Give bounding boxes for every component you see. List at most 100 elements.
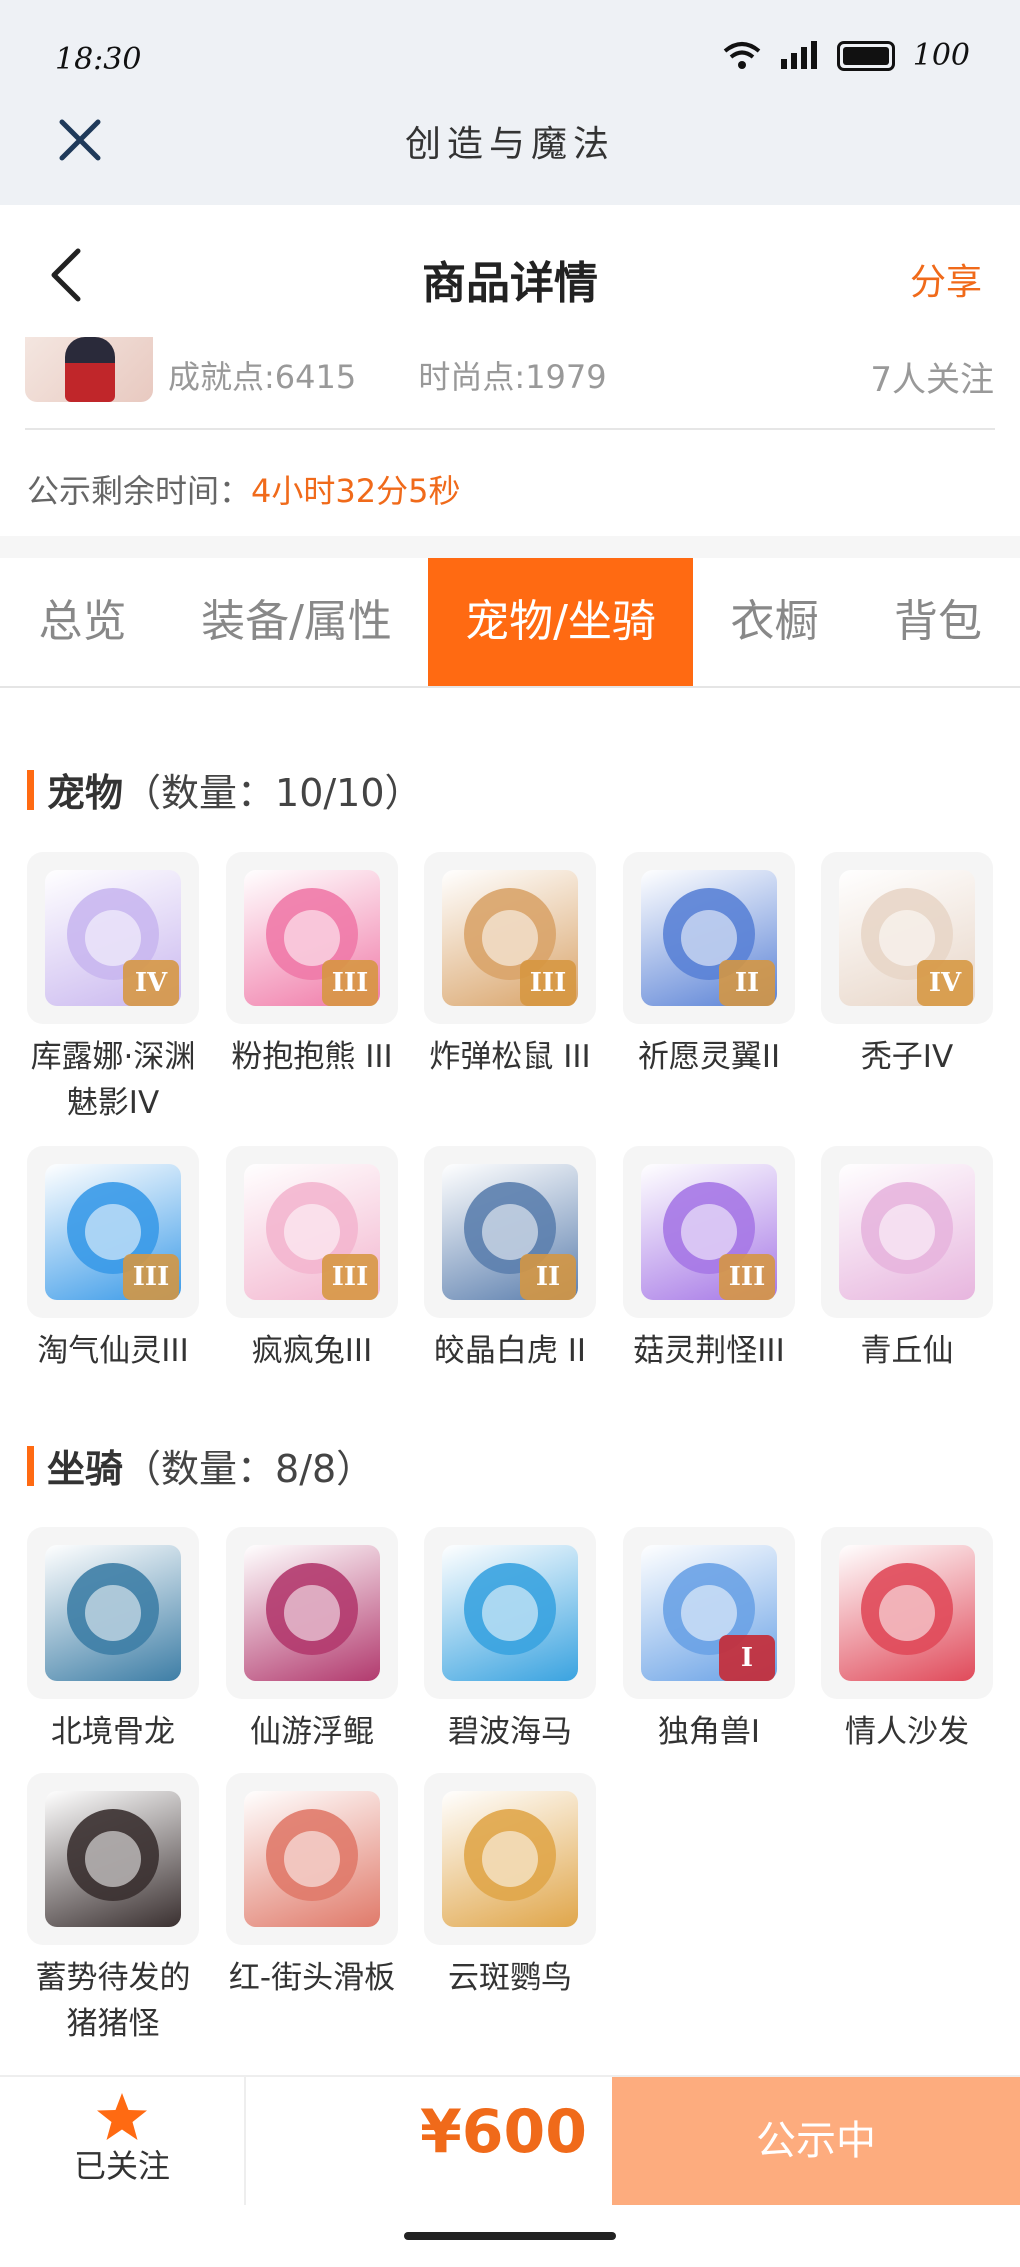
pet-name: 秃子IV	[860, 1039, 954, 1075]
tier-badge: III	[719, 1254, 775, 1300]
mount-image[interactable]	[226, 1773, 398, 1945]
achievement-points: 成就点:6415	[168, 358, 357, 396]
pet-image[interactable]: III	[226, 1146, 398, 1318]
webview-title: 创造与魔法	[404, 124, 615, 165]
tab-pets-mounts[interactable]: 宠物/坐骑	[428, 558, 693, 686]
clock: 18:30	[55, 42, 142, 77]
home-indicator[interactable]	[404, 2232, 616, 2240]
tab-equipment[interactable]: 装备/属性	[165, 558, 428, 686]
pet-name: 炸弹松鼠 III	[429, 1039, 591, 1075]
mount-image[interactable]	[424, 1527, 596, 1699]
pet-item[interactable]: IV 库露娜·深渊魅影IV	[27, 852, 199, 1126]
pet-name: 青丘仙	[860, 1333, 954, 1369]
tab-backpack[interactable]: 背包	[856, 558, 1020, 686]
tier-badge: III	[322, 960, 378, 1006]
pet-name: 皎晶白虎 II	[433, 1333, 587, 1369]
mount-name: 情人沙发	[845, 1714, 969, 1750]
follower-count: 7人关注	[870, 360, 994, 400]
tier-badge: I	[719, 1635, 775, 1681]
pet-image[interactable]: III	[226, 852, 398, 1024]
pet-item[interactable]: 青丘仙	[821, 1146, 993, 1374]
section-title: 坐骑	[47, 1447, 124, 1491]
battery-icon	[836, 40, 895, 71]
mount-item[interactable]: 北境骨龙	[27, 1527, 199, 1755]
divider	[244, 2077, 246, 2205]
mount-item[interactable]: 红-街头滑板	[226, 1773, 398, 2001]
mount-item[interactable]: 仙游浮鲲	[226, 1527, 398, 1755]
tier-badge: II	[520, 1254, 576, 1300]
pet-item[interactable]: II 皎晶白虎 II	[424, 1146, 596, 1374]
mount-item[interactable]: 碧波海马	[424, 1527, 596, 1755]
mount-image[interactable]	[226, 1527, 398, 1699]
divider	[25, 428, 995, 430]
mount-name: 北境骨龙	[51, 1714, 175, 1750]
fashion-points: 时尚点:1979	[418, 358, 607, 396]
pet-item[interactable]: III 淘气仙灵III	[27, 1146, 199, 1374]
mount-name: 云斑鹦鸟	[448, 1960, 572, 1996]
navigation-bar: 商品详情 分享	[0, 205, 1020, 335]
pet-name: 库露娜·深渊魅影IV	[30, 1039, 196, 1121]
mounts-section-header: 坐骑（数量：8/8）	[27, 1438, 374, 1493]
system-icons: 100	[723, 38, 970, 73]
pet-item[interactable]: IV 秃子IV	[821, 852, 993, 1080]
pet-image[interactable]: III	[27, 1146, 199, 1318]
star-icon	[97, 2093, 147, 2140]
publicity-notice: 公示剩余时间：4小时32分5秒	[27, 466, 460, 512]
pet-item[interactable]: III 粉抱抱熊 III	[226, 852, 398, 1080]
countdown: 4小时32分5秒	[251, 472, 461, 510]
battery-level: 100	[912, 38, 970, 73]
pet-image[interactable]: IV	[27, 852, 199, 1024]
pet-name: 粉抱抱熊 III	[231, 1039, 393, 1075]
character-stats: 成就点:6415 时尚点:1979	[168, 352, 659, 398]
mount-item[interactable]: 情人沙发	[821, 1527, 993, 1755]
pet-item[interactable]: II 祈愿灵翼II	[623, 852, 795, 1080]
share-button[interactable]: 分享	[910, 253, 982, 305]
pet-image[interactable]: III	[424, 852, 596, 1024]
pet-item[interactable]: III 疯疯兔III	[226, 1146, 398, 1374]
mount-image[interactable]	[27, 1773, 199, 1945]
section-count: （数量：10/10）	[123, 771, 423, 815]
mount-image[interactable]: I	[623, 1527, 795, 1699]
system-status-bar: 18:30 100 创造与魔法	[0, 0, 1020, 205]
mount-item[interactable]: 云斑鹦鸟	[424, 1773, 596, 2001]
detail-tabs: 总览 装备/属性 宠物/坐骑 衣橱 背包	[0, 558, 1020, 688]
mount-name: 蓄势待发的猪猪怪	[35, 1960, 191, 2042]
section-gap	[0, 536, 1020, 558]
mount-name: 碧波海马	[448, 1714, 572, 1750]
pet-image[interactable]	[821, 1146, 993, 1318]
pet-name: 祈愿灵翼II	[637, 1039, 781, 1075]
pets-section-header: 宠物（数量：10/10）	[27, 762, 423, 817]
pet-item[interactable]: III 炸弹松鼠 III	[424, 852, 596, 1080]
tab-wardrobe[interactable]: 衣橱	[693, 558, 856, 686]
mount-name: 红-街头滑板	[228, 1960, 396, 1996]
mount-image[interactable]	[424, 1773, 596, 1945]
tier-badge: IV	[123, 960, 179, 1006]
mount-image[interactable]	[821, 1527, 993, 1699]
tier-badge: IV	[917, 960, 973, 1006]
pet-item[interactable]: III 菇灵荆怪III	[623, 1146, 795, 1374]
follow-label: 已关注	[73, 2147, 170, 2185]
publicity-status-button[interactable]: 公示中	[612, 2077, 1020, 2205]
pet-name: 疯疯兔III	[251, 1333, 373, 1369]
pet-image[interactable]: II	[623, 852, 795, 1024]
section-count: （数量：8/8）	[123, 1447, 375, 1491]
tier-badge: III	[520, 960, 576, 1006]
wifi-icon	[723, 41, 761, 69]
pet-image[interactable]: III	[623, 1146, 795, 1318]
bottom-action-bar: 已关注 ¥600 公示中	[0, 2075, 1020, 2205]
character-thumbnail[interactable]	[25, 337, 153, 402]
pet-image[interactable]: IV	[821, 852, 993, 1024]
pet-image[interactable]: II	[424, 1146, 596, 1318]
tier-badge: III	[322, 1254, 378, 1300]
mount-name: 仙游浮鲲	[250, 1714, 374, 1750]
pet-name: 菇灵荆怪III	[633, 1333, 785, 1369]
tab-overview[interactable]: 总览	[0, 558, 165, 686]
mount-item[interactable]: I 独角兽I	[623, 1527, 795, 1755]
signal-icon	[780, 40, 817, 69]
mount-item[interactable]: 蓄势待发的猪猪怪	[27, 1773, 199, 2047]
pet-name: 淘气仙灵III	[37, 1333, 189, 1369]
section-title: 宠物	[47, 771, 124, 815]
follow-button[interactable]: 已关注	[0, 2077, 244, 2205]
mount-image[interactable]	[27, 1527, 199, 1699]
notice-label: 公示剩余时间：	[27, 472, 252, 510]
